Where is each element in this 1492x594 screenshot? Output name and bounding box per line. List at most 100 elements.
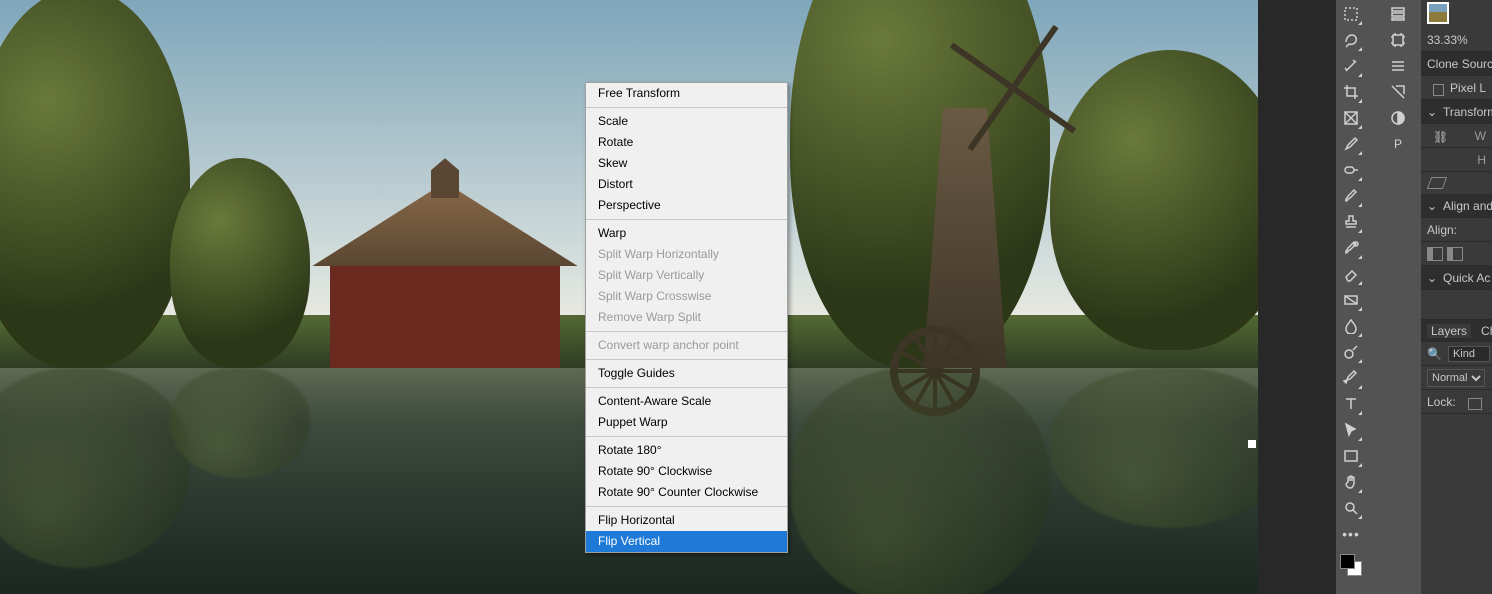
quick-actions-body	[1421, 290, 1492, 320]
ellipsis-icon[interactable]: •••	[1339, 522, 1363, 546]
options-icon[interactable]	[1386, 54, 1410, 78]
menu-item-rotate-90-counter-clockwise[interactable]: Rotate 90° Counter Clockwise	[586, 482, 787, 503]
link-icon[interactable]: ⛓	[1433, 130, 1443, 146]
transform-skew-row[interactable]	[1421, 172, 1492, 194]
menu-item-flip-horizontal[interactable]: Flip Horizontal	[586, 510, 787, 531]
transform-panel-header[interactable]: ⌄ Transform	[1421, 100, 1492, 124]
blend-mode-select[interactable]: Normal	[1427, 369, 1485, 387]
pen-icon[interactable]	[1339, 366, 1363, 390]
canvas-gutter	[1258, 0, 1336, 594]
tab-channels[interactable]: Ch	[1477, 324, 1492, 338]
color-swatch[interactable]	[1340, 554, 1362, 576]
panel-p-icon[interactable]: P	[1386, 132, 1410, 156]
rectangle-icon[interactable]	[1339, 444, 1363, 468]
align-label-row: Align:	[1421, 218, 1492, 242]
menu-item-free-transform[interactable]: Free Transform	[586, 83, 787, 104]
spot-heal-icon[interactable]	[1339, 158, 1363, 182]
blur-icon[interactable]	[1339, 314, 1363, 338]
marquee-icon[interactable]	[1339, 2, 1363, 26]
type-icon[interactable]	[1339, 392, 1363, 416]
align-label: Align:	[1427, 223, 1457, 237]
wand-icon[interactable]	[1339, 54, 1363, 78]
menu-item-split-warp-vertically: Split Warp Vertically	[586, 265, 787, 286]
artboard-icon[interactable]	[1386, 28, 1410, 52]
menu-item-flip-vertical[interactable]: Flip Vertical	[586, 531, 787, 552]
frame-icon[interactable]	[1339, 106, 1363, 130]
menu-item-puppet-warp[interactable]: Puppet Warp	[586, 412, 787, 433]
adjust-icon[interactable]	[1386, 106, 1410, 130]
zoom-icon[interactable]	[1339, 496, 1363, 520]
transform-handle[interactable]	[1248, 440, 1256, 448]
menu-item-perspective[interactable]: Perspective	[586, 195, 787, 216]
lock-label: Lock:	[1427, 395, 1456, 409]
menu-item-toggle-guides[interactable]: Toggle Guides	[586, 363, 787, 384]
gradient-icon[interactable]	[1339, 288, 1363, 312]
clone-sources-header[interactable]: Clone Sources	[1421, 52, 1492, 76]
crop-icon[interactable]	[1339, 80, 1363, 104]
zoom-level-value[interactable]: 33.33%	[1427, 33, 1468, 47]
panel-icons-toolbar[interactable]: P	[1380, 0, 1416, 594]
menu-item-remove-warp-split: Remove Warp Split	[586, 307, 787, 328]
search-icon: 🔍	[1427, 347, 1442, 361]
brush-icon[interactable]	[1339, 184, 1363, 208]
photo-windmill-sails	[943, 18, 1083, 158]
chevron-down-icon: ⌄	[1427, 105, 1437, 119]
photo-tree	[170, 158, 310, 368]
photo-house	[330, 198, 560, 368]
transform-context-menu[interactable]: Free Transform ScaleRotateSkewDistortPers…	[585, 82, 788, 553]
layer-type-row: Pixel L	[1421, 76, 1492, 100]
lasso-icon[interactable]	[1339, 28, 1363, 52]
align-center-icon[interactable]	[1447, 247, 1463, 261]
photo-reflection	[170, 368, 310, 478]
lock-transparency-icon[interactable]	[1468, 398, 1482, 410]
menu-item-distort[interactable]: Distort	[586, 174, 787, 195]
transform-panel-title: Transform	[1443, 105, 1492, 119]
slice-icon[interactable]	[1386, 80, 1410, 104]
menu-item-rotate-180[interactable]: Rotate 180°	[586, 440, 787, 461]
history-brush-icon[interactable]	[1339, 236, 1363, 260]
transform-width-row[interactable]: ⛓ W	[1421, 124, 1492, 148]
photo-reflection	[790, 368, 1050, 594]
path-select-icon[interactable]	[1339, 418, 1363, 442]
stamp-icon[interactable]	[1339, 210, 1363, 234]
menu-item-scale[interactable]: Scale	[586, 111, 787, 132]
menu-item-content-aware-scale[interactable]: Content-Aware Scale	[586, 391, 787, 412]
menu-item-skew[interactable]: Skew	[586, 153, 787, 174]
align-left-icon[interactable]	[1427, 247, 1443, 261]
layer-type-label: Pixel L	[1450, 81, 1486, 95]
layer-filter-row[interactable]: 🔍	[1421, 342, 1492, 366]
skew-icon	[1427, 177, 1447, 189]
align-panel-header[interactable]: ⌄ Align and	[1421, 194, 1492, 218]
transform-height-row[interactable]: H	[1421, 148, 1492, 172]
height-label: H	[1477, 153, 1486, 167]
layer-kind-filter[interactable]	[1448, 346, 1490, 362]
quick-actions-title: Quick Ac	[1443, 271, 1490, 285]
blend-mode-row[interactable]: Normal	[1421, 366, 1492, 390]
layers-tabs[interactable]: Layers Ch	[1421, 320, 1492, 342]
eyedropper-icon[interactable]	[1339, 132, 1363, 156]
align-panel-title: Align and	[1443, 199, 1492, 213]
right-panels[interactable]: 33.33% Clone Sources Pixel L ⌄ Transform…	[1421, 0, 1492, 594]
clone-sources-label: Clone Sources	[1427, 57, 1492, 71]
menu-item-split-warp-crosswise: Split Warp Crosswise	[586, 286, 787, 307]
tab-layers[interactable]: Layers	[1427, 324, 1471, 338]
props-icon[interactable]	[1386, 2, 1410, 26]
eraser-icon[interactable]	[1339, 262, 1363, 286]
width-label: W	[1475, 129, 1486, 143]
menu-item-convert-warp-anchor-point: Convert warp anchor point	[586, 335, 787, 356]
chevron-down-icon: ⌄	[1427, 271, 1437, 285]
tools-toolbar[interactable]: •••	[1336, 0, 1366, 594]
menu-item-split-warp-horizontally: Split Warp Horizontally	[586, 244, 787, 265]
navigator-thumbnail[interactable]	[1427, 2, 1449, 24]
chevron-down-icon: ⌄	[1427, 199, 1437, 213]
dodge-icon[interactable]	[1339, 340, 1363, 364]
menu-item-rotate[interactable]: Rotate	[586, 132, 787, 153]
menu-item-warp[interactable]: Warp	[586, 223, 787, 244]
zoom-level-row[interactable]: 33.33%	[1421, 28, 1492, 52]
quick-actions-header[interactable]: ⌄ Quick Ac	[1421, 266, 1492, 290]
layer-lock-row[interactable]: Lock:	[1421, 390, 1492, 414]
align-buttons-row[interactable]	[1421, 242, 1492, 266]
picture-icon	[1433, 84, 1444, 96]
menu-item-rotate-90-clockwise[interactable]: Rotate 90° Clockwise	[586, 461, 787, 482]
hand-icon[interactable]	[1339, 470, 1363, 494]
